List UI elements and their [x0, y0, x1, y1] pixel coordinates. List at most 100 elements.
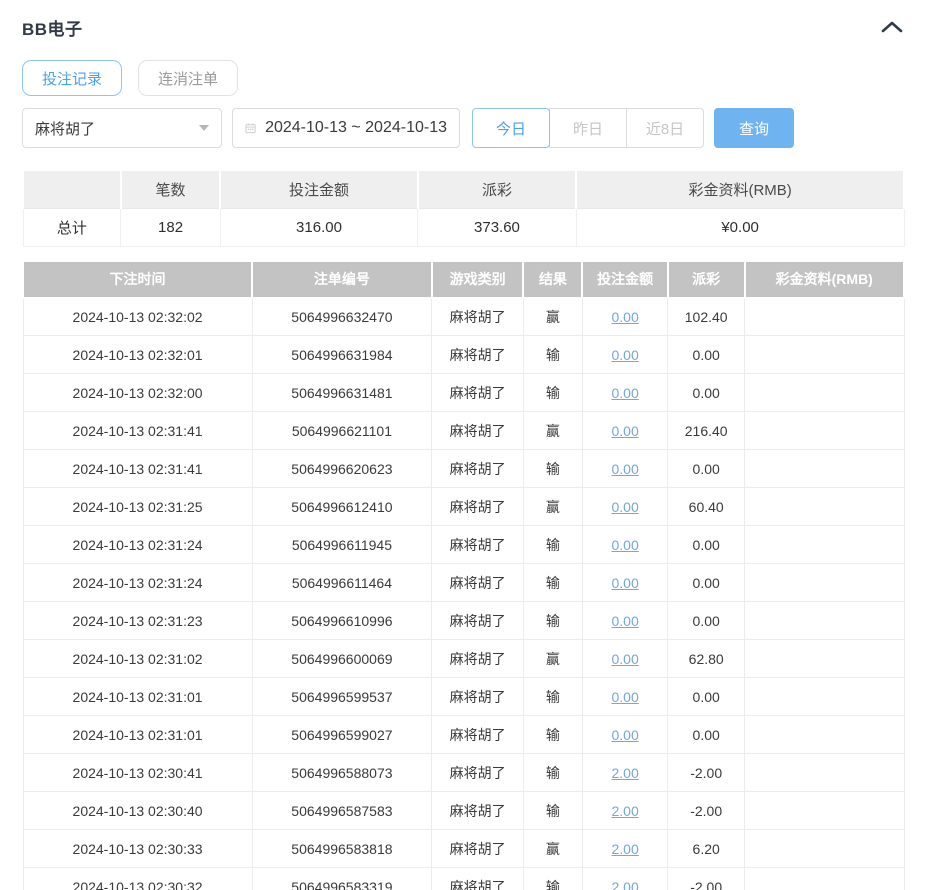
bet-amount-link[interactable]: 0.00 — [612, 727, 639, 743]
result-cell: 输 — [522, 677, 583, 716]
table-row: 2024-10-13 02:31:24 5064996611464 麻将胡了输 0.0… — [22, 563, 905, 602]
result-cell: 赢 — [522, 411, 583, 450]
game-type-cell: 麻将胡了 — [431, 411, 524, 450]
bonus-cell — [744, 715, 905, 754]
section-header: BB电子 — [22, 14, 905, 40]
bet-number-cell: 5064996588073 — [251, 753, 433, 792]
game-type-cell: 麻将胡了 — [431, 373, 524, 412]
bet-number-cell: 5064996583818 — [251, 829, 433, 868]
result-cell: 输 — [522, 563, 583, 602]
payout-cell: 0.00 — [667, 373, 745, 412]
bet-amount-link[interactable]: 0.00 — [612, 537, 639, 553]
bet-time-cell: 2024-10-13 02:30:41 — [22, 753, 253, 792]
chevron-up-icon — [881, 21, 903, 33]
bet-amount-link[interactable]: 0.00 — [612, 575, 639, 591]
bonus-cell — [744, 373, 905, 412]
bet-amount-link[interactable]: 0.00 — [612, 385, 639, 401]
bet-amount-link[interactable]: 0.00 — [612, 347, 639, 363]
bet-amount-link[interactable]: 0.00 — [612, 689, 639, 705]
table-row: 2024-10-13 02:31:01 5064996599537 麻将胡了输 0.0… — [22, 677, 905, 716]
table-row: 2024-10-13 02:32:02 5064996632470 麻将胡了赢 0.0… — [22, 297, 905, 336]
bet-time-cell: 2024-10-13 02:30:40 — [22, 791, 253, 830]
game-select[interactable]: 麻将胡了 — [22, 108, 222, 148]
bet-table-header: 彩金资料(RMB) — [743, 261, 905, 299]
bet-amount-link[interactable]: 2.00 — [612, 879, 639, 890]
bet-amount-link[interactable]: 0.00 — [612, 423, 639, 439]
result-cell: 输 — [522, 335, 583, 374]
bonus-cell — [744, 525, 905, 564]
last-8-days-button[interactable]: 近8日 — [626, 108, 704, 148]
payout-cell: 0.00 — [667, 335, 745, 374]
bet-time-cell: 2024-10-13 02:32:01 — [22, 335, 253, 374]
bet-amount-cell: 0.00 — [581, 335, 669, 374]
bet-amount-cell: 0.00 — [581, 487, 669, 526]
bet-table-header: 派彩 — [666, 261, 746, 299]
bet-amount-link[interactable]: 2.00 — [612, 803, 639, 819]
bet-amount-link[interactable]: 2.00 — [612, 841, 639, 857]
table-row: 2024-10-13 02:32:01 5064996631984 麻将胡了输 0.0… — [22, 335, 905, 374]
bonus-cell — [744, 297, 905, 336]
page-title: BB电子 — [22, 19, 83, 39]
bet-number-cell: 5064996612410 — [251, 487, 433, 526]
date-range-value: 2024-10-13 ~ 2024-10-13 — [265, 119, 447, 136]
tab-bet-records[interactable]: 投注记录 — [22, 60, 123, 96]
collapse-button[interactable] — [879, 18, 905, 36]
bet-amount-cell: 0.00 — [581, 297, 669, 336]
payout-cell: 6.20 — [667, 829, 745, 868]
game-type-cell: 麻将胡了 — [431, 867, 524, 890]
bonus-cell — [744, 487, 905, 526]
bet-table-header: 下注时间 — [21, 261, 254, 299]
bet-amount-link[interactable]: 0.00 — [612, 651, 639, 667]
bonus-cell — [744, 411, 905, 450]
game-type-cell: 麻将胡了 — [431, 487, 524, 526]
table-row: 2024-10-13 02:30:32 5064996583319 麻将胡了输 2.0… — [22, 867, 905, 890]
table-row: 2024-10-13 02:30:41 5064996588073 麻将胡了输 2.0… — [22, 753, 905, 792]
payout-cell: 0.00 — [667, 449, 745, 488]
result-cell: 赢 — [522, 829, 583, 868]
bet-number-cell: 5064996611945 — [251, 525, 433, 564]
bonus-cell — [744, 867, 905, 890]
game-type-cell: 麻将胡了 — [431, 449, 524, 488]
bet-amount-link[interactable]: 2.00 — [612, 765, 639, 781]
bet-amount-cell: 0.00 — [581, 715, 669, 754]
game-type-cell: 麻将胡了 — [431, 297, 524, 336]
summary-header-bet-amount: 投注金额 — [219, 169, 419, 209]
payout-cell: 62.80 — [667, 639, 745, 678]
bet-time-cell: 2024-10-13 02:31:41 — [22, 411, 253, 450]
bet-time-cell: 2024-10-13 02:31:41 — [22, 449, 253, 488]
bet-amount-link[interactable]: 0.00 — [612, 613, 639, 629]
bet-number-cell: 5064996599027 — [251, 715, 433, 754]
bet-amount-cell: 0.00 — [581, 601, 669, 640]
table-row: 2024-10-13 02:31:24 5064996611945 麻将胡了输 0.0… — [22, 525, 905, 564]
today-button[interactable]: 今日 — [472, 108, 550, 148]
bet-number-cell: 5064996620623 — [251, 449, 433, 488]
query-button[interactable]: 查询 — [714, 108, 794, 148]
bet-time-cell: 2024-10-13 02:31:23 — [22, 601, 253, 640]
payout-cell: 0.00 — [667, 525, 745, 564]
result-cell: 输 — [522, 601, 583, 640]
bet-time-cell: 2024-10-13 02:31:02 — [22, 639, 253, 678]
table-row: 2024-10-13 02:31:41 5064996621101 麻将胡了赢 0.0… — [22, 411, 905, 450]
bet-amount-cell: 2.00 — [581, 753, 669, 792]
yesterday-button[interactable]: 昨日 — [549, 108, 627, 148]
bet-number-cell: 5064996610996 — [251, 601, 433, 640]
summary-payout: 373.60 — [417, 208, 577, 247]
game-type-cell: 麻将胡了 — [431, 601, 524, 640]
bet-number-cell: 5064996621101 — [251, 411, 433, 450]
bet-amount-link[interactable]: 0.00 — [612, 499, 639, 515]
date-range-picker[interactable]: 2024-10-13 ~ 2024-10-13 — [232, 108, 460, 148]
game-type-cell: 麻将胡了 — [431, 525, 524, 564]
tab-cancelled-bets[interactable]: 连消注单 — [138, 60, 239, 96]
payout-cell: 216.40 — [667, 411, 745, 450]
bet-amount-link[interactable]: 0.00 — [612, 461, 639, 477]
result-cell: 赢 — [522, 487, 583, 526]
bonus-cell — [744, 829, 905, 868]
summary-row: 总计 182 316.00 373.60 ¥0.00 — [22, 208, 905, 247]
result-cell: 输 — [522, 867, 583, 890]
bet-amount-cell: 2.00 — [581, 867, 669, 890]
bet-amount-link[interactable]: 0.00 — [612, 309, 639, 325]
payout-cell: 60.40 — [667, 487, 745, 526]
result-cell: 赢 — [522, 297, 583, 336]
bonus-cell — [744, 639, 905, 678]
bet-time-cell: 2024-10-13 02:30:32 — [22, 867, 253, 890]
